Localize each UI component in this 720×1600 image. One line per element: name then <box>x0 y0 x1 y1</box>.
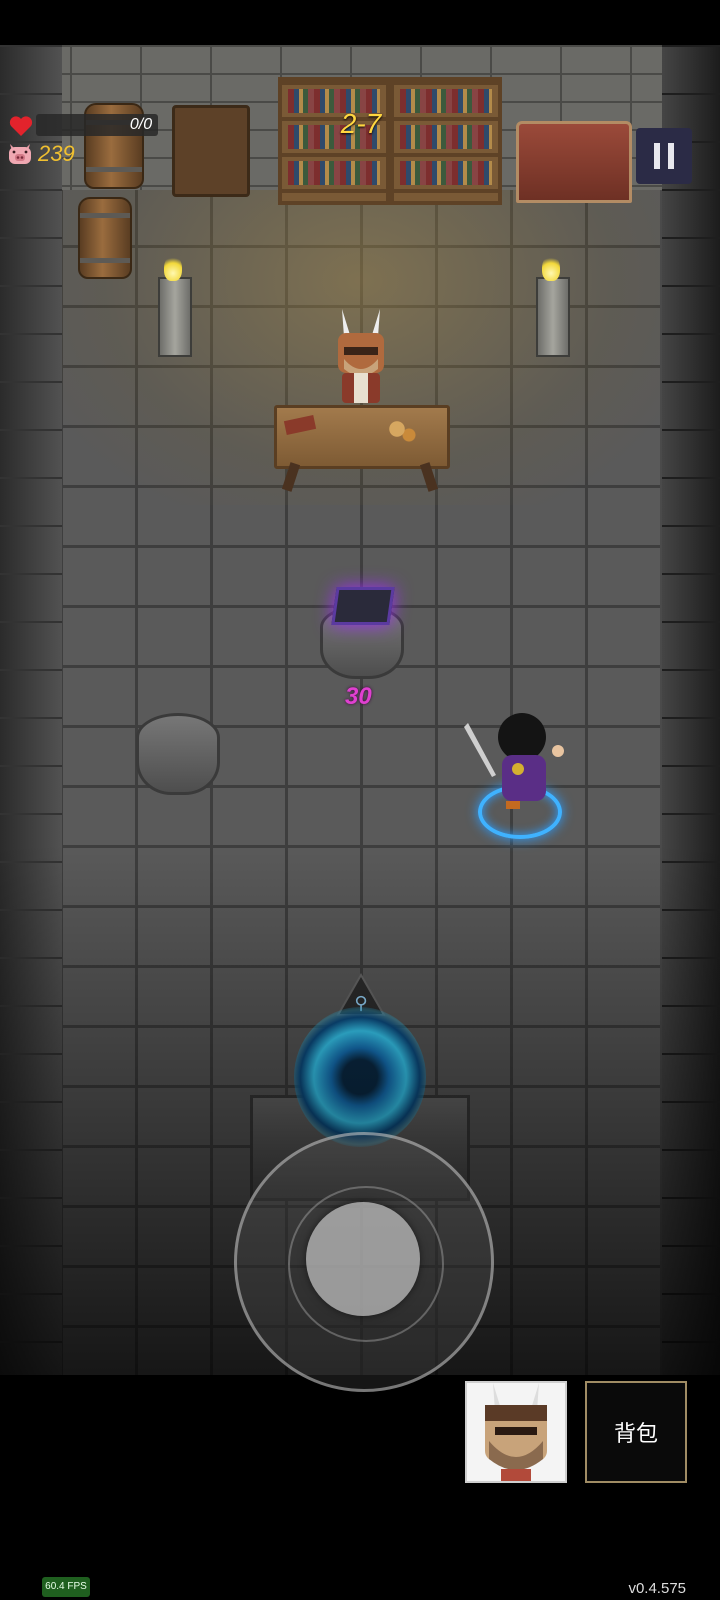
merchant-table <box>274 405 450 469</box>
status-bar-area <box>0 0 720 45</box>
gold-count: 239 <box>38 141 75 166</box>
treasure-chest[interactable] <box>516 121 632 203</box>
player-character[interactable] <box>462 705 572 815</box>
joystick-knob[interactable] <box>306 1202 420 1316</box>
barrel <box>78 197 132 279</box>
version-label: v0.4.575 <box>628 1580 686 1597</box>
heart-icon <box>9 116 33 136</box>
right-wall <box>662 45 720 1375</box>
merchant-npc[interactable] <box>326 307 396 407</box>
virtual-joystick[interactable] <box>234 1132 494 1392</box>
spellbook-item[interactable] <box>331 587 395 625</box>
flame-icon <box>542 255 560 281</box>
merchant-portrait-button[interactable] <box>465 1381 567 1483</box>
left-wall <box>0 45 62 1375</box>
bookshelf <box>390 77 502 205</box>
wooden-crate <box>172 105 250 197</box>
pause-icon <box>654 143 660 169</box>
damage-number: 30 <box>345 683 372 710</box>
pig-icon <box>9 144 31 164</box>
fps-counter: 60.4 FPS <box>42 1577 90 1597</box>
torch-pillar <box>158 277 192 357</box>
book-item[interactable] <box>283 415 317 435</box>
goods-item[interactable] <box>377 414 417 444</box>
merchant-face-icon <box>467 1383 565 1481</box>
health-text: 0/0 <box>129 116 153 133</box>
pedestal <box>136 713 220 795</box>
bag-button[interactable]: 背包 <box>585 1381 687 1483</box>
torch-pillar <box>536 277 570 357</box>
pause-button[interactable] <box>636 128 692 184</box>
bookshelf <box>278 77 390 205</box>
flame-icon <box>164 255 182 281</box>
exit-portal[interactable] <box>294 1007 426 1147</box>
level-indicator: 2-7 <box>340 108 382 139</box>
